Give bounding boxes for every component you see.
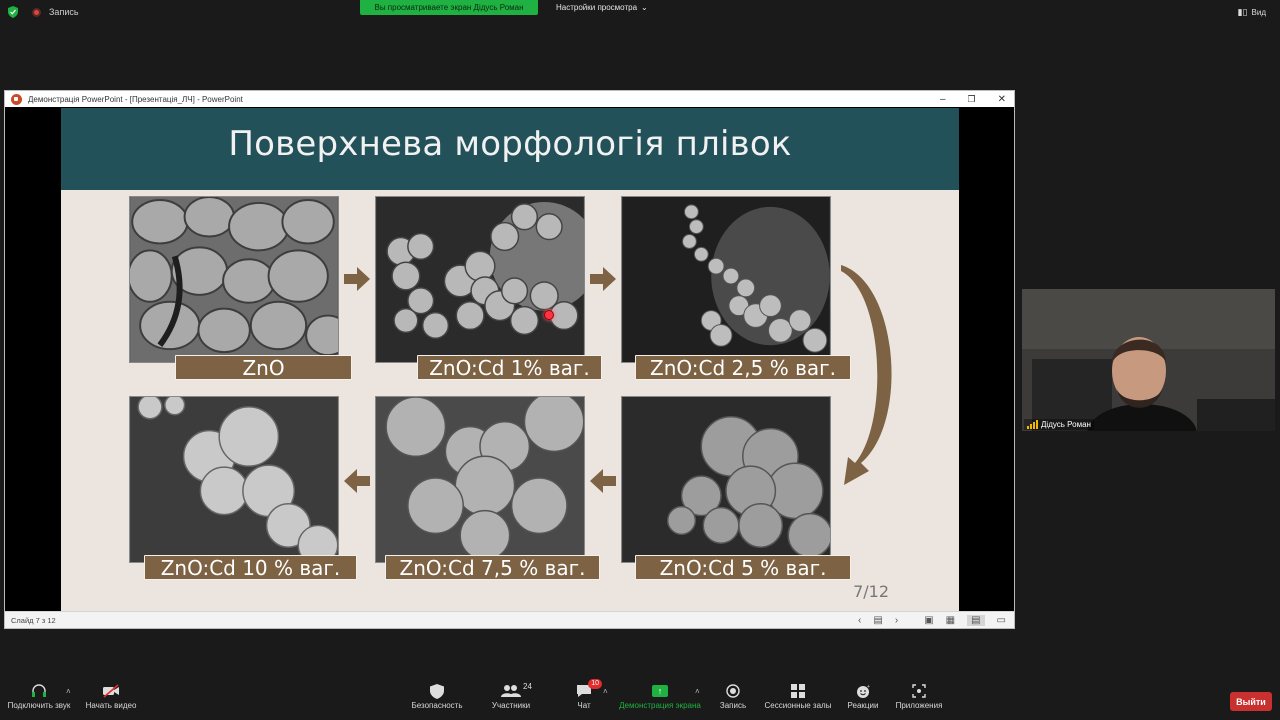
- curved-arrow-icon: [841, 265, 892, 485]
- slide-counter: Слайд 7 з 12: [11, 615, 56, 625]
- apps-button[interactable]: Приложения: [893, 681, 945, 710]
- sem-micrograph: [376, 397, 584, 562]
- label-zno: ZnO: [175, 355, 352, 380]
- powerpoint-window: Демонстрація PowerPoint - [Презентація_Л…: [4, 90, 1015, 629]
- slideshow-icon[interactable]: ▭: [997, 615, 1006, 626]
- normal-view-icon[interactable]: ▣: [924, 615, 933, 626]
- signal-strength-icon: [1027, 420, 1038, 429]
- start-video-button[interactable]: Начать видео: [82, 681, 140, 710]
- emoji-icon: +: [853, 681, 873, 701]
- headphones-icon: [29, 681, 49, 701]
- ppt-window-title: Демонстрація PowerPoint - [Презентація_Л…: [28, 94, 243, 104]
- reactions-button[interactable]: + Реакции: [845, 681, 881, 711]
- sem-micrograph: [130, 197, 338, 362]
- shield-icon: [427, 681, 447, 701]
- share-screen-icon: ↑: [652, 685, 668, 697]
- grid-view-icon[interactable]: ▦: [946, 615, 955, 626]
- share-screen-button[interactable]: ↑ Демонстрация экрана: [616, 681, 704, 710]
- slide: Поверхнева морфологія плівок ZnO ZnO:Cd …: [61, 108, 959, 613]
- label-zno-cd-2-5: ZnO:Cd 2,5 % ваг.: [635, 355, 851, 380]
- sem-micrograph: [376, 197, 584, 362]
- arrow-left-icon: [590, 469, 616, 493]
- sem-micrograph: [622, 197, 830, 362]
- svg-text:+: +: [867, 684, 870, 690]
- security-button[interactable]: Безопасность: [407, 681, 467, 710]
- slide-title: Поверхнева морфологія плівок: [228, 124, 792, 164]
- label-zno-cd-10: ZnO:Cd 10 % ваг.: [144, 555, 357, 580]
- sem-image-zno-cd-5: [621, 396, 831, 563]
- sem-image-zno-cd-2-5: [621, 196, 831, 363]
- label-zno-cd-5: ZnO:Cd 5 % ваг.: [635, 555, 851, 580]
- powerpoint-logo-icon: [11, 93, 22, 105]
- recording-label: Запись: [49, 7, 79, 17]
- leave-meeting-button[interactable]: Выйти: [1230, 692, 1272, 711]
- reading-view-icon[interactable]: ▤: [967, 614, 985, 626]
- view-grid-icon: ▮▯: [1237, 7, 1248, 17]
- shield-icon[interactable]: [8, 6, 18, 18]
- sem-image-zno: [129, 196, 339, 363]
- recording-icon: [32, 7, 41, 17]
- sem-image-zno-cd-1: [375, 196, 585, 363]
- chat-button[interactable]: 10 Чат: [570, 679, 602, 710]
- chevron-down-icon: ⌄: [641, 3, 648, 12]
- minimize-icon[interactable]: –: [940, 94, 946, 105]
- record-icon: [723, 681, 743, 701]
- view-settings-button[interactable]: Настройки просмотра ⌄: [556, 1, 648, 14]
- slide-page-number: 7/12: [853, 582, 889, 601]
- chevron-right-icon[interactable]: ›: [895, 615, 898, 626]
- participants-icon: 24: [501, 681, 532, 701]
- arrow-right-icon: [590, 267, 616, 291]
- arrow-right-icon: [344, 267, 370, 291]
- record-button[interactable]: Запись: [714, 681, 752, 710]
- share-options-caret-icon[interactable]: ˄: [695, 687, 700, 696]
- label-zno-cd-7-5: ZnO:Cd 7,5 % ваг.: [385, 555, 600, 580]
- arrow-left-icon: [344, 469, 370, 493]
- sem-micrograph: [622, 397, 830, 562]
- chat-icon: 10: [574, 679, 602, 701]
- chevron-left-icon[interactable]: ‹: [858, 615, 861, 626]
- participants-button[interactable]: 24 Участники: [485, 681, 537, 710]
- join-audio-button[interactable]: Подключить звук: [6, 681, 72, 710]
- meeting-status: Запись: [8, 6, 79, 18]
- sem-micrograph: [130, 397, 338, 562]
- sem-image-zno-cd-7-5: [375, 396, 585, 563]
- close-icon[interactable]: ✕: [998, 94, 1006, 105]
- participants-count: 24: [523, 682, 532, 691]
- sem-image-zno-cd-10: [129, 396, 339, 563]
- breakout-rooms-button[interactable]: Сессионные залы: [763, 681, 833, 710]
- viewing-banner: Вы просматриваете экран Дідусь Роман: [360, 0, 538, 15]
- view-button[interactable]: ▮▯ Вид: [1238, 7, 1266, 18]
- breakout-rooms-icon: [788, 681, 808, 701]
- participant-video-feed: [1022, 289, 1275, 431]
- chat-unread-badge: 10: [588, 679, 602, 689]
- audio-options-caret-icon[interactable]: ˄: [66, 687, 71, 696]
- participant-name-tag: Дідусь Роман: [1024, 419, 1094, 430]
- slide-sorter-icon[interactable]: ▤: [873, 615, 882, 626]
- ppt-statusbar: Слайд 7 з 12 ‹ ▤ › ▣ ▦ ▤ ▭: [5, 611, 1014, 628]
- laser-pointer: [544, 310, 554, 320]
- apps-icon: [909, 681, 929, 701]
- chat-options-caret-icon[interactable]: ˄: [603, 687, 608, 696]
- ppt-titlebar: Демонстрація PowerPoint - [Презентація_Л…: [5, 91, 1014, 107]
- participant-video[interactable]: Дідусь Роман: [1022, 289, 1275, 431]
- label-zno-cd-1: ZnO:Cd 1% ваг.: [417, 355, 602, 380]
- meeting-toolbar: Подключить звук ˄ Начать видео Безопасно…: [0, 679, 1280, 720]
- video-off-icon: [101, 681, 121, 701]
- restore-icon[interactable]: ❐: [968, 94, 976, 105]
